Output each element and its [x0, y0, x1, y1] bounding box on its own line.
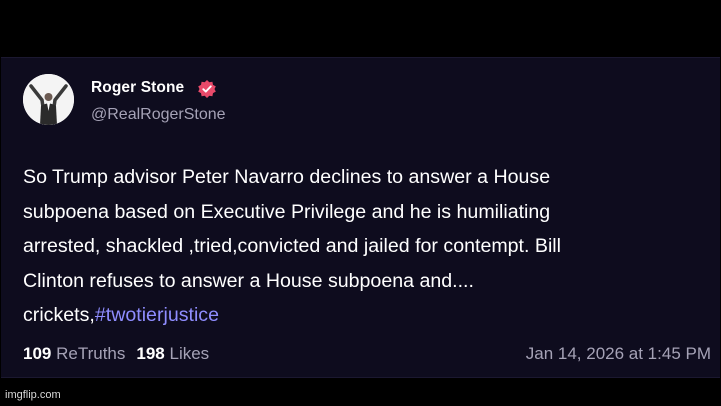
likes-stat[interactable]: 198 Likes	[136, 344, 209, 363]
author-handle[interactable]: @RealRogerStone	[91, 106, 226, 124]
post-body-line: subpoena based on Executive Privilege an…	[23, 200, 551, 223]
avatar-person-icon	[23, 74, 74, 125]
author-display-name[interactable]: Roger Stone	[91, 79, 184, 97]
post-body-text: crickets,	[23, 304, 95, 326]
post-body-line: So Trump advisor Peter Navarro declines …	[23, 166, 551, 188]
post-body-line: Clinton refuses to answer a House subpoe…	[23, 269, 474, 292]
post-stats: 109 ReTruths 198 Likes	[23, 344, 209, 364]
watermark: imgflip.com	[5, 389, 61, 401]
retruths-label: ReTruths	[56, 344, 126, 363]
hashtag-link[interactable]: #twotierjustice	[95, 304, 219, 326]
post-body: So Trump advisor Peter Navarro declines …	[23, 160, 703, 333]
retruths-stat[interactable]: 109 ReTruths	[23, 344, 125, 363]
post-body-line: arrested, shackled ,tried,convicted and …	[23, 235, 562, 257]
likes-label: Likes	[169, 344, 210, 363]
retruths-count: 109	[23, 344, 52, 363]
verified-badge-icon	[197, 79, 217, 99]
post-body-line-last: crickets,#twotierjustice	[23, 298, 703, 333]
likes-count: 198	[136, 344, 165, 363]
screenshot-frame: Roger Stone @RealRogerStone So Trump adv…	[0, 0, 721, 406]
avatar[interactable]	[23, 74, 74, 125]
post-timestamp[interactable]: Jan 14, 2026 at 1:45 PM	[526, 344, 711, 364]
